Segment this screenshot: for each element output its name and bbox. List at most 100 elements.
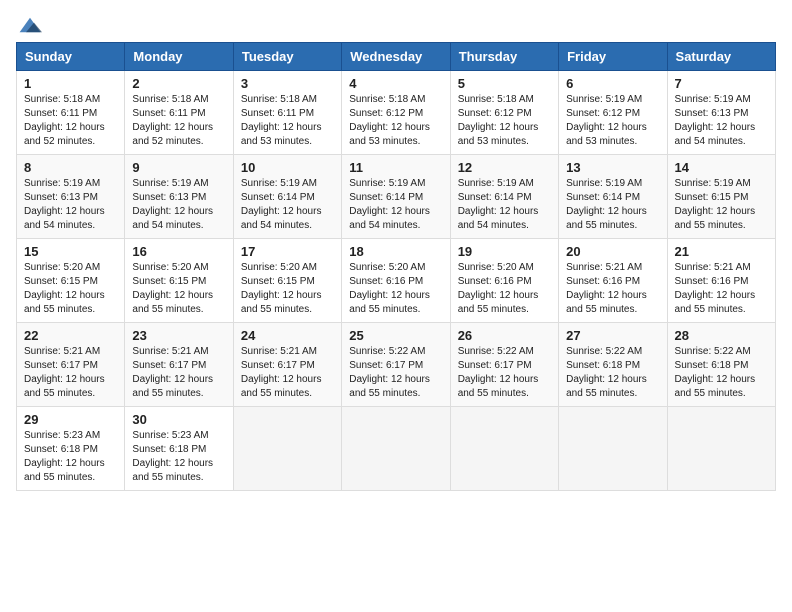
day-info: Sunrise: 5:20 AMSunset: 6:16 PMDaylight:… (458, 261, 551, 317)
calendar-cell: 6 Sunrise: 5:19 AMSunset: 6:12 PMDaylight… (559, 71, 667, 155)
day-number: 14 (675, 160, 768, 175)
day-number: 27 (566, 328, 659, 343)
day-number: 13 (566, 160, 659, 175)
calendar-cell: 21Sunrise: 5:21 AMSunset: 6:16 PMDayligh… (667, 239, 775, 323)
day-number: 12 (458, 160, 551, 175)
calendar-table: SundayMondayTuesdayWednesdayThursdayFrid… (16, 42, 776, 491)
day-info: Sunrise: 5:19 AMSunset: 6:15 PMDaylight:… (675, 177, 768, 233)
calendar-cell: 8 Sunrise: 5:19 AMSunset: 6:13 PMDaylight… (17, 155, 125, 239)
day-info: Sunrise: 5:19 AMSunset: 6:12 PMDaylight:… (566, 93, 659, 149)
calendar-cell: 11Sunrise: 5:19 AMSunset: 6:14 PMDayligh… (342, 155, 450, 239)
day-info: Sunrise: 5:19 AMSunset: 6:14 PMDaylight:… (566, 177, 659, 233)
day-number: 19 (458, 244, 551, 259)
day-info: Sunrise: 5:19 AMSunset: 6:14 PMDaylight:… (241, 177, 334, 233)
calendar-cell: 3 Sunrise: 5:18 AMSunset: 6:11 PMDaylight… (233, 71, 341, 155)
calendar-cell: 19 Sunrise: 5:20 AMSunset: 6:16 PMDayligh… (450, 239, 558, 323)
day-info: Sunrise: 5:18 AMSunset: 6:11 PMDaylight:… (24, 93, 117, 149)
day-number: 7 (675, 76, 768, 91)
calendar-cell: 10 Sunrise: 5:19 AMSunset: 6:14 PMDayligh… (233, 155, 341, 239)
day-info: Sunrise: 5:20 AMSunset: 6:16 PMDaylight:… (349, 261, 442, 317)
day-info: Sunrise: 5:21 AMSunset: 6:17 PMDaylight:… (132, 345, 225, 401)
calendar-cell: 29 Sunrise: 5:23 AMSunset: 6:18 PMDayligh… (17, 407, 125, 491)
calendar-cell: 27 Sunrise: 5:22 AMSunset: 6:18 PMDayligh… (559, 323, 667, 407)
day-number: 8 (24, 160, 117, 175)
page-header (16, 16, 776, 30)
calendar-cell: 7 Sunrise: 5:19 AMSunset: 6:13 PMDaylight… (667, 71, 775, 155)
day-number: 3 (241, 76, 334, 91)
day-number: 2 (132, 76, 225, 91)
day-number: 9 (132, 160, 225, 175)
day-info: Sunrise: 5:19 AMSunset: 6:14 PMDaylight:… (458, 177, 551, 233)
day-number: 21 (675, 244, 768, 259)
calendar-cell: 9Sunrise: 5:19 AMSunset: 6:13 PMDaylight… (125, 155, 233, 239)
calendar-cell: 15 Sunrise: 5:20 AMSunset: 6:15 PMDayligh… (17, 239, 125, 323)
col-header-thursday: Thursday (450, 43, 558, 71)
calendar-cell (667, 407, 775, 491)
day-info: Sunrise: 5:20 AMSunset: 6:15 PMDaylight:… (241, 261, 334, 317)
day-info: Sunrise: 5:22 AMSunset: 6:18 PMDaylight:… (675, 345, 768, 401)
day-info: Sunrise: 5:23 AMSunset: 6:18 PMDaylight:… (24, 429, 117, 485)
calendar-cell: 5Sunrise: 5:18 AMSunset: 6:12 PMDaylight… (450, 71, 558, 155)
calendar-week-row: 29 Sunrise: 5:23 AMSunset: 6:18 PMDayligh… (17, 407, 776, 491)
day-number: 15 (24, 244, 117, 259)
logo (16, 16, 42, 30)
calendar-cell: 23 Sunrise: 5:21 AMSunset: 6:17 PMDayligh… (125, 323, 233, 407)
day-info: Sunrise: 5:19 AMSunset: 6:13 PMDaylight:… (24, 177, 117, 233)
calendar-cell (233, 407, 341, 491)
day-number: 22 (24, 328, 117, 343)
day-info: Sunrise: 5:18 AMSunset: 6:11 PMDaylight:… (241, 93, 334, 149)
calendar-week-row: 1 Sunrise: 5:18 AMSunset: 6:11 PMDaylight… (17, 71, 776, 155)
calendar-cell: 2 Sunrise: 5:18 AMSunset: 6:11 PMDaylight… (125, 71, 233, 155)
day-info: Sunrise: 5:21 AMSunset: 6:17 PMDaylight:… (241, 345, 334, 401)
day-info: Sunrise: 5:22 AMSunset: 6:17 PMDaylight:… (349, 345, 442, 401)
day-info: Sunrise: 5:20 AMSunset: 6:15 PMDaylight:… (24, 261, 117, 317)
calendar-week-row: 8 Sunrise: 5:19 AMSunset: 6:13 PMDaylight… (17, 155, 776, 239)
col-header-wednesday: Wednesday (342, 43, 450, 71)
calendar-cell: 16Sunrise: 5:20 AMSunset: 6:15 PMDayligh… (125, 239, 233, 323)
calendar-cell: 13 Sunrise: 5:19 AMSunset: 6:14 PMDayligh… (559, 155, 667, 239)
day-number: 4 (349, 76, 442, 91)
day-number: 20 (566, 244, 659, 259)
calendar-cell: 20 Sunrise: 5:21 AMSunset: 6:16 PMDayligh… (559, 239, 667, 323)
day-info: Sunrise: 5:23 AMSunset: 6:18 PMDaylight:… (132, 429, 225, 485)
calendar-week-row: 15 Sunrise: 5:20 AMSunset: 6:15 PMDayligh… (17, 239, 776, 323)
calendar-cell (559, 407, 667, 491)
calendar-week-row: 22 Sunrise: 5:21 AMSunset: 6:17 PMDayligh… (17, 323, 776, 407)
day-number: 25 (349, 328, 442, 343)
calendar-cell: 17 Sunrise: 5:20 AMSunset: 6:15 PMDayligh… (233, 239, 341, 323)
day-number: 10 (241, 160, 334, 175)
day-number: 23 (132, 328, 225, 343)
day-info: Sunrise: 5:21 AMSunset: 6:17 PMDaylight:… (24, 345, 117, 401)
col-header-sunday: Sunday (17, 43, 125, 71)
day-number: 24 (241, 328, 334, 343)
calendar-cell: 12 Sunrise: 5:19 AMSunset: 6:14 PMDayligh… (450, 155, 558, 239)
day-number: 17 (241, 244, 334, 259)
day-info: Sunrise: 5:22 AMSunset: 6:18 PMDaylight:… (566, 345, 659, 401)
calendar-cell (342, 407, 450, 491)
day-info: Sunrise: 5:20 AMSunset: 6:15 PMDaylight:… (132, 261, 225, 317)
col-header-friday: Friday (559, 43, 667, 71)
day-info: Sunrise: 5:18 AMSunset: 6:11 PMDaylight:… (132, 93, 225, 149)
calendar-cell: 26 Sunrise: 5:22 AMSunset: 6:17 PMDayligh… (450, 323, 558, 407)
calendar-cell: 14 Sunrise: 5:19 AMSunset: 6:15 PMDayligh… (667, 155, 775, 239)
day-number: 29 (24, 412, 117, 427)
day-info: Sunrise: 5:19 AMSunset: 6:13 PMDaylight:… (675, 93, 768, 149)
calendar-cell (450, 407, 558, 491)
calendar-cell: 30Sunrise: 5:23 AMSunset: 6:18 PMDayligh… (125, 407, 233, 491)
col-header-monday: Monday (125, 43, 233, 71)
col-header-saturday: Saturday (667, 43, 775, 71)
calendar-cell: 25 Sunrise: 5:22 AMSunset: 6:17 PMDayligh… (342, 323, 450, 407)
calendar-header-row: SundayMondayTuesdayWednesdayThursdayFrid… (17, 43, 776, 71)
day-number: 5 (458, 76, 551, 91)
calendar-cell: 18 Sunrise: 5:20 AMSunset: 6:16 PMDayligh… (342, 239, 450, 323)
calendar-cell: 22 Sunrise: 5:21 AMSunset: 6:17 PMDayligh… (17, 323, 125, 407)
day-number: 18 (349, 244, 442, 259)
day-info: Sunrise: 5:18 AMSunset: 6:12 PMDaylight:… (349, 93, 442, 149)
day-info: Sunrise: 5:22 AMSunset: 6:17 PMDaylight:… (458, 345, 551, 401)
day-number: 11 (349, 160, 442, 175)
day-number: 1 (24, 76, 117, 91)
day-number: 26 (458, 328, 551, 343)
calendar-cell: 1 Sunrise: 5:18 AMSunset: 6:11 PMDaylight… (17, 71, 125, 155)
day-number: 6 (566, 76, 659, 91)
day-info: Sunrise: 5:21 AMSunset: 6:16 PMDaylight:… (566, 261, 659, 317)
